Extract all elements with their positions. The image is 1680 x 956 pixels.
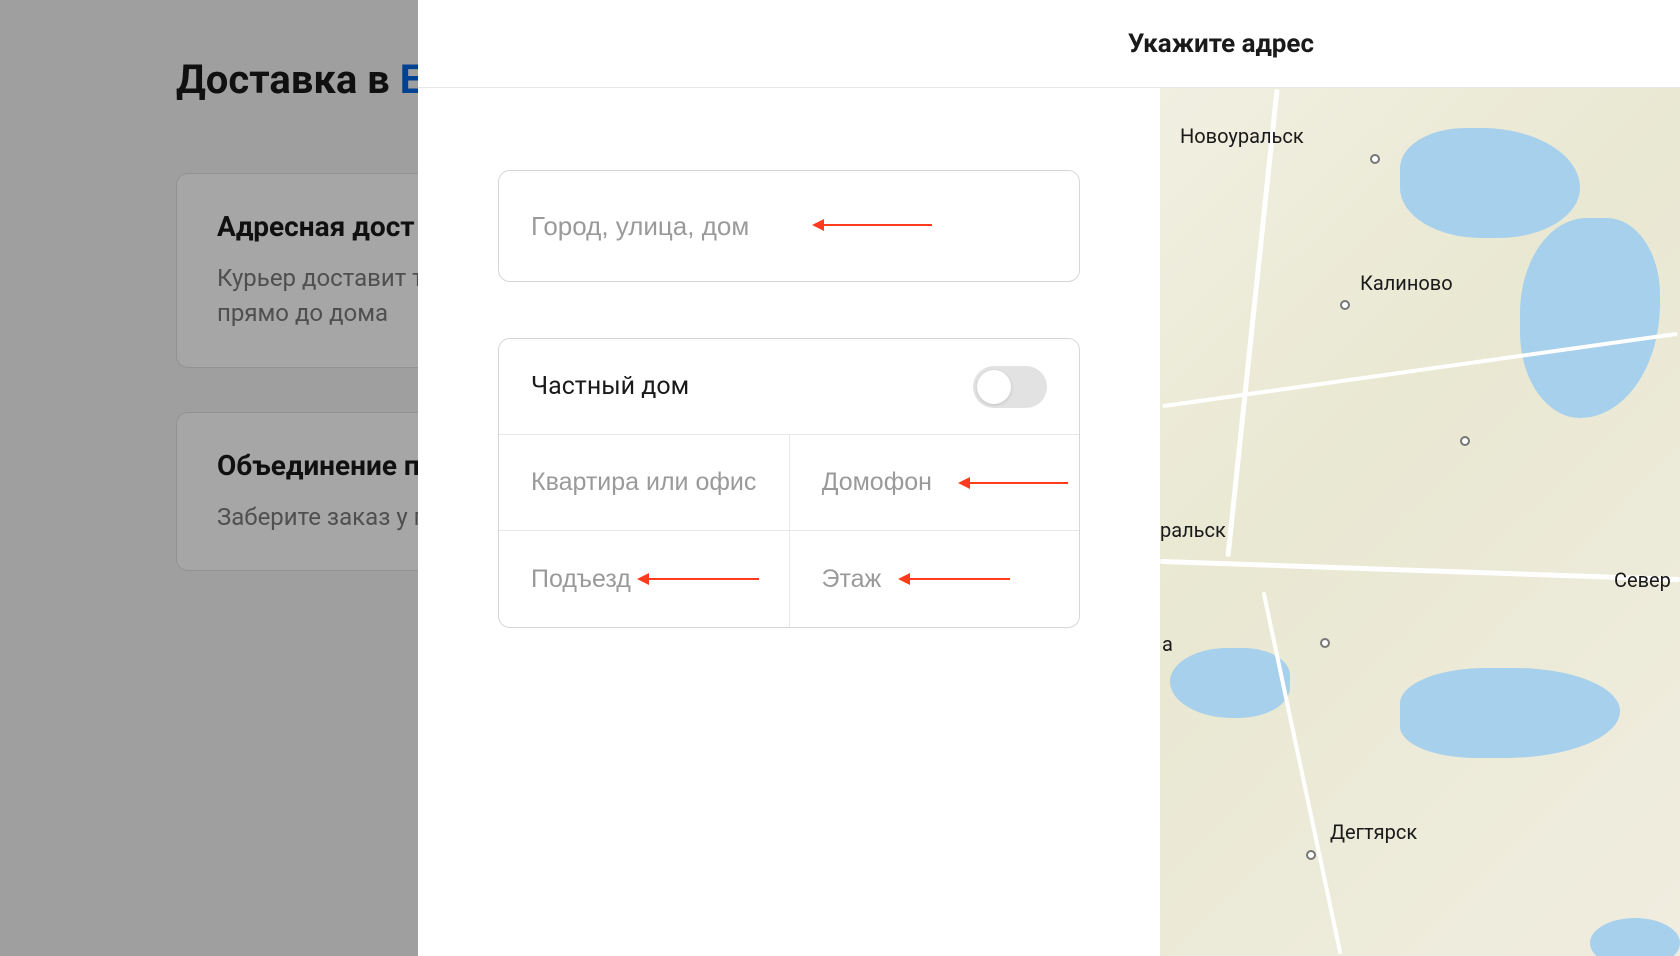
address-form: Частный дом — [418, 88, 1160, 956]
map-water — [1400, 668, 1620, 758]
modal-title: Укажите адрес — [1128, 29, 1314, 59]
modal-header: Укажите адрес — [418, 0, 1680, 88]
map-water — [1520, 218, 1660, 418]
apartment-cell — [499, 435, 790, 531]
map-city-label: Калиново — [1360, 271, 1453, 295]
private-house-toggle[interactable] — [973, 366, 1047, 408]
details-row-2 — [499, 531, 1079, 627]
details-row-1 — [499, 435, 1079, 531]
intercom-cell — [790, 435, 1080, 531]
entrance-input[interactable] — [499, 531, 789, 627]
toggle-knob — [977, 370, 1011, 404]
entrance-cell — [499, 531, 790, 627]
private-house-row: Частный дом — [499, 339, 1079, 435]
apartment-input[interactable] — [499, 435, 789, 530]
map-city-marker — [1460, 436, 1470, 446]
map-water — [1590, 918, 1680, 956]
map-water — [1400, 128, 1580, 238]
address-input[interactable] — [498, 170, 1080, 282]
map-city-marker — [1340, 300, 1350, 310]
map-road — [1160, 559, 1680, 582]
address-input-wrap — [498, 170, 1080, 338]
address-modal: Укажите адрес Частный дом — [418, 0, 1680, 956]
map-city-marker — [1320, 638, 1330, 648]
map-city-label: ральск — [1160, 518, 1226, 542]
intercom-input[interactable] — [790, 435, 1080, 530]
modal-body: Частный дом — [418, 88, 1680, 956]
floor-input[interactable] — [790, 531, 1080, 627]
map-city-label: а — [1162, 632, 1173, 656]
map-city-label: Новоуральск — [1180, 124, 1304, 148]
map-city-label: Дегтярск — [1330, 820, 1417, 844]
map[interactable]: Новоуральск Калиново ральск Север а Дегтярск — [1160, 88, 1680, 956]
map-road — [1225, 89, 1279, 557]
map-city-label: Север — [1614, 568, 1671, 592]
map-road — [1262, 592, 1343, 955]
address-details-card: Частный дом — [498, 338, 1080, 628]
private-house-label: Частный дом — [531, 372, 689, 401]
map-water — [1170, 648, 1290, 718]
map-city-marker — [1306, 850, 1316, 860]
annotation-arrow-icon — [814, 224, 932, 226]
floor-cell — [790, 531, 1080, 627]
map-city-marker — [1370, 154, 1380, 164]
